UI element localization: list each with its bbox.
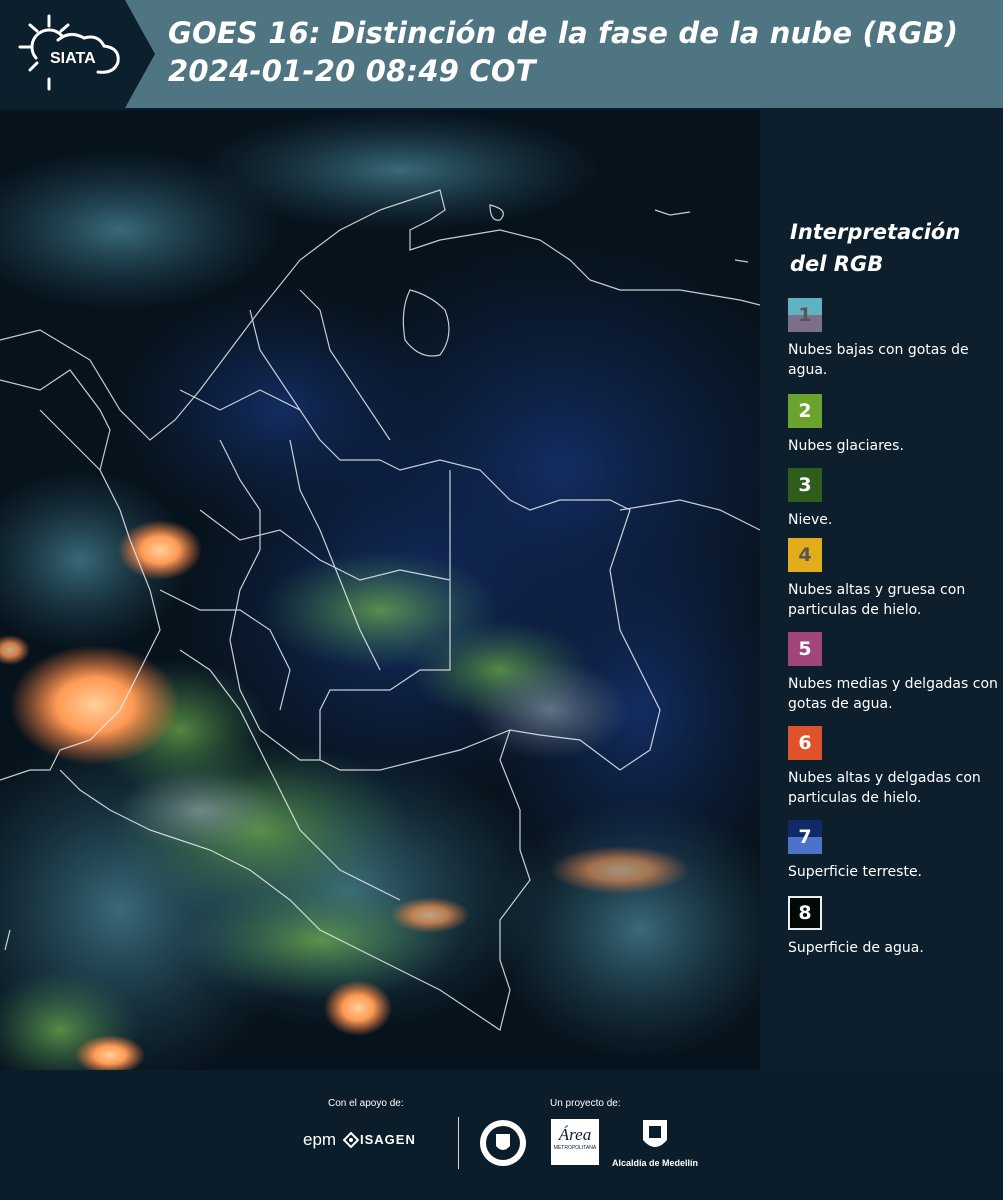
legend-swatch-2: 2 [788, 394, 822, 428]
legend-item-6: 6 Nubes altas y delgadas con particulas … [788, 726, 1003, 808]
title-line-2: 2024-01-20 08:49 COT [168, 54, 536, 88]
legend-item-5: 5 Nubes medias y delgadas con gotas de a… [788, 632, 1003, 714]
footer-sponsors: Con el apoyo de: Un proyecto de: epm ISA… [0, 1070, 1003, 1200]
legend-swatch-5: 5 [788, 632, 822, 666]
support-label: Con el apoyo de: [328, 1098, 404, 1109]
alcaldia-logo: Alcaldía de Medellín [612, 1158, 699, 1168]
legend-swatch-7: 7 [788, 820, 822, 854]
project-label: Un proyecto de: [550, 1098, 621, 1109]
siata-logo-icon: SIATA [18, 0, 155, 108]
legend-title: Interpretación del RGB [790, 220, 961, 276]
medellin-seal-icon [480, 1120, 526, 1166]
title-line-1: GOES 16: Distinción de la fase de la nub… [168, 16, 959, 50]
isagen-logo-icon [343, 1132, 359, 1148]
area-metropolitana-logo: Área METROPOLITANA [551, 1119, 599, 1165]
legend-item-2: 2 Nubes glaciares. [788, 394, 1003, 456]
satellite-map [0, 110, 760, 1070]
satellite-image [0, 110, 760, 1070]
isagen-logo: ISAGEN [360, 1132, 416, 1147]
siata-logo: SIATA [0, 0, 155, 108]
legend-item-3: 3 Nieve. [788, 468, 1003, 530]
legend-swatch-3: 3 [788, 468, 822, 502]
svg-text:SIATA: SIATA [50, 50, 96, 67]
legend-item-8: 8 Superficie de agua. [788, 896, 1003, 958]
legend-swatch-6: 6 [788, 726, 822, 760]
legend-swatch-4: 4 [788, 538, 822, 572]
page-title: GOES 16: Distinción de la fase de la nub… [168, 14, 958, 90]
legend-swatch-1: 1 [788, 298, 822, 332]
epm-logo: epm [303, 1130, 337, 1149]
header-bar: SIATA GOES 16: Distinción de la fase de … [0, 0, 1003, 108]
legend-item-1: 1 Nubes bajas con gotas de agua. [788, 298, 1003, 380]
legend-item-7: 7 Superficie terreste. [788, 820, 1003, 882]
legend-panel: Interpretación del RGB 1 Nubes bajas con… [760, 110, 1003, 1070]
footer-divider [458, 1117, 459, 1169]
alcaldia-shield-icon [643, 1120, 667, 1147]
legend-item-4: 4 Nubes altas y gruesa con particulas de… [788, 538, 1003, 620]
legend-swatch-8: 8 [788, 896, 822, 930]
